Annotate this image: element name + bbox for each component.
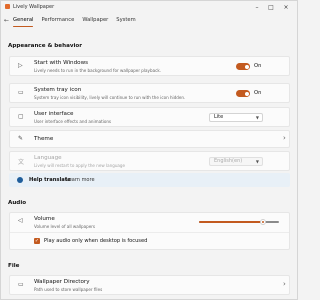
start-with-windows-desc: Lively needs to run in the background fo… [34,68,162,73]
volume-desc: Volume level of all wallpapers [34,224,96,229]
language-value: English(en) [214,158,243,164]
tab-general[interactable]: General [9,15,37,27]
chevron-right-icon: › [283,280,286,288]
play-icon: ▷ [18,62,23,69]
language-title: Language [34,155,62,161]
theme-title: Theme [34,136,54,142]
window-title: Lively Wallpaper [13,4,55,10]
volume-slider-thumb[interactable] [260,218,266,225]
speaker-icon: ◁ [18,217,23,224]
theme-card[interactable]: ✎ Theme › [9,130,290,148]
volume-slider-fill [199,221,263,223]
system-tray-state: On [254,90,262,96]
system-tray-title: System tray icon [34,87,82,93]
desktop-focus-label: Play audio only when desktop is focused [44,238,148,244]
language-card: 文 Language Lively will restart to apply … [9,151,290,171]
close-icon[interactable]: × [280,1,292,13]
info-icon [17,177,23,183]
start-with-windows-title: Start with Windows [34,60,89,66]
minimize-icon[interactable]: – [251,1,263,13]
user-interface-card: ▢ User interface User interface effects … [9,107,290,127]
volume-card: ◁ Volume Volume level of all wallpapers … [9,212,290,250]
maximize-icon[interactable]: □ [265,1,277,13]
user-interface-desc: User interface effects and animations [34,119,112,124]
help-translate-title: Help translate [29,177,71,183]
language-desc: Lively will restart to apply the new lan… [34,163,126,168]
system-tray-icon: ▭ [18,89,24,96]
tab-bar: General Performance Wallpaper System [9,15,140,27]
folder-icon: ▭ [18,281,24,288]
tab-wallpaper[interactable]: Wallpaper [78,15,112,27]
chevron-down-icon: ▼ [255,159,259,164]
appearance-section-title: Appearance & behavior [8,43,83,49]
app-window: Lively Wallpaper – □ × ← General Perform… [0,0,298,300]
wallpaper-directory-desc: Path used to store wallpaper files [34,287,103,292]
volume-divider [10,232,289,233]
language-icon: 文 [18,159,25,166]
start-with-windows-card: ▷ Start with Windows Lively needs to run… [9,56,290,76]
user-interface-dropdown[interactable]: Lite ▼ [209,113,263,122]
system-tray-desc: System tray icon visibility, lively will… [34,95,186,100]
volume-title: Volume [34,216,55,222]
app-logo-icon [5,4,10,9]
wallpaper-directory-title: Wallpaper Directory [34,279,90,285]
system-tray-toggle[interactable] [236,90,250,97]
start-with-windows-state: On [254,63,262,69]
title-bar: Lively Wallpaper – □ × [1,1,297,13]
desktop-focus-checkbox[interactable]: ✓ [34,238,40,244]
help-translate-bar: Help translate Learn more [9,173,290,187]
audio-section-title: Audio [8,200,27,206]
learn-more-link[interactable]: Learn more [66,177,95,183]
system-tray-card: ▭ System tray icon System tray icon visi… [9,83,290,103]
wallpaper-directory-card[interactable]: ▭ Wallpaper Directory Path used to store… [9,275,290,295]
window-icon: ▢ [18,113,24,120]
file-section-title: File [8,263,20,269]
chevron-right-icon: › [283,134,286,142]
tab-performance[interactable]: Performance [37,15,78,27]
chevron-down-icon: ▼ [255,115,259,120]
palette-icon: ✎ [18,135,24,142]
start-with-windows-toggle[interactable] [236,63,250,70]
tab-system[interactable]: System [112,15,139,27]
language-dropdown[interactable]: English(en) ▼ [209,157,263,166]
user-interface-title: User interface [34,111,74,117]
user-interface-value: Lite [214,114,224,120]
